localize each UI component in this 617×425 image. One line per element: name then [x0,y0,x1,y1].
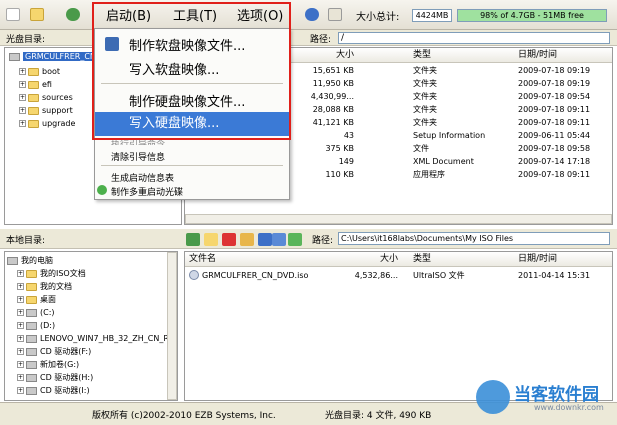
up-arrow-icon[interactable] [186,233,200,246]
menu-separator [101,165,283,166]
cd-path-input[interactable]: / [338,32,610,44]
local-tree-item[interactable]: + LENOVO_WIN7_HB_32_ZH_CN_RE [17,332,174,345]
folder-icon [28,80,39,89]
extract-icon[interactable] [66,8,80,21]
generate-boot-table-item[interactable]: 生成启动信息表 [95,171,289,184]
local-file-row[interactable]: GRMCULFRER_CN_DVD.iso 4,532,86... UltraI… [185,269,612,282]
cd-tree-item[interactable]: + boot [19,65,60,78]
local-tree-item[interactable]: + (D:) [17,319,55,332]
disk-size-field: 4424MB [412,9,452,22]
local-list-header: 文件名 大小 类型 日期/时间 [185,252,612,267]
clear-boot-info-item[interactable]: 清除引导信息 [95,150,289,163]
watermark-text: 当客软件园 [514,385,599,405]
drive-icon [26,386,37,395]
local-tree-item[interactable]: + CD 驱动器(H:) [17,371,93,384]
new-folder-icon[interactable] [204,233,218,246]
watermark-url: www.downkr.com [534,403,604,412]
local-tree: 我的电脑 + 我的ISO文档 + 我的文档 + 桌面 + (C:) + (D:) + LENOVO_WI… [4,251,178,401]
folder-icon [28,67,39,76]
new-file-icon[interactable] [6,8,20,21]
local-tree-item[interactable]: + CD 驱动器(I:) [17,384,90,397]
status-copyright: 版权所有 (c)2002-2010 EZB Systems, Inc. [92,411,276,421]
watermark-logo: 当客软件园 www.downkr.com [474,378,617,422]
properties-icon[interactable] [240,233,254,246]
open-folder-icon[interactable] [30,8,44,21]
local-tree-item[interactable]: + 桌面 [17,293,56,306]
column-type[interactable]: 类型 [413,252,431,267]
iso-horizontal-scrollbar[interactable] [185,214,612,224]
local-path-bar: 本地目录: 路径: C:\Users\it168labs\Documents\M… [0,229,617,249]
delete-icon[interactable] [222,233,236,246]
help-small-icon[interactable] [288,233,302,246]
watermark-circle-icon [476,380,510,414]
highlight-box [92,2,291,140]
local-tree-item[interactable]: + 我的文档 [17,280,72,293]
disk-usage-text: 98% of 4.7GB - 51MB free [480,11,584,20]
drive-icon [26,360,37,369]
drive-icon [26,321,37,330]
folder-icon [26,282,37,291]
refresh-icon[interactable] [258,233,272,246]
status-cd-info: 光盘目录: 4 文件, 490 KB [325,411,432,421]
cd-tree-item[interactable]: + efi [19,78,52,91]
drive-icon [7,256,18,265]
cd-path-label: 路径: [310,35,332,45]
folder-icon [26,269,37,278]
folder-icon [28,119,39,128]
cd-tree-item[interactable]: + upgrade [19,117,75,130]
column-date[interactable]: 日期/时间 [518,252,557,267]
folder-icon [26,295,37,304]
settings-icon[interactable] [272,233,286,246]
column-size[interactable]: 大小 [380,252,398,267]
cd-tree-item[interactable]: + sources [19,91,73,104]
column-type[interactable]: 类型 [413,48,431,63]
column-date[interactable]: 日期/时间 [518,48,557,63]
cd-panel-label: 光盘目录: [6,35,46,45]
local-path-label: 路径: [312,236,334,246]
cd-tree-item[interactable]: + support [19,104,73,117]
local-tree-item[interactable]: + CD 驱动器(F:) [17,345,91,358]
folder-icon [28,106,39,115]
iso-file-icon [189,270,199,280]
cd-icon [9,52,20,61]
drive-icon [26,373,37,382]
disk-total-label: 大小总计: [356,12,400,23]
cd-tree-root[interactable]: GRMCULFRER_CN [9,50,98,63]
disk-usage-bar: 98% of 4.7GB - 51MB free [457,9,607,22]
drive-icon [26,308,37,317]
make-multiboot-cd-item[interactable]: 制作多重启动光碟 [95,185,289,198]
folder-icon [28,93,39,102]
exit-icon[interactable] [328,8,342,21]
help-icon[interactable] [305,8,319,21]
local-path-input[interactable]: C:\Users\it168labs\Documents\My ISO File… [338,232,610,245]
drive-icon [26,334,37,343]
column-name[interactable]: 文件名 [189,252,216,267]
local-tree-item[interactable]: + 我的ISO文档 [17,267,86,280]
local-tree-scrollbar[interactable] [167,252,177,400]
column-size[interactable]: 大小 [336,48,354,63]
local-tree-item[interactable]: + (C:) [17,306,55,319]
local-panel-label: 本地目录: [6,236,46,246]
local-tree-item[interactable]: + 新加卷(G:) [17,358,79,371]
drive-icon [26,347,37,356]
local-tree-item[interactable]: 我的电脑 [7,254,53,267]
